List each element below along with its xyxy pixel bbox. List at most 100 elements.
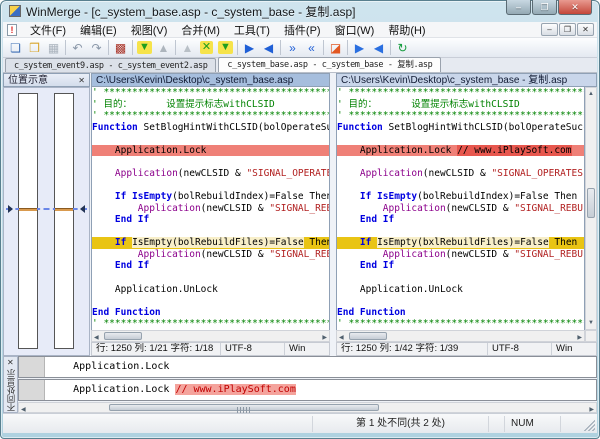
right-file-map[interactable] xyxy=(54,93,74,349)
copy-left-advance-icon[interactable]: « xyxy=(302,39,321,57)
toolbar-separator xyxy=(132,40,133,55)
diff-pane-titlebar: ✕ 不同处显示 xyxy=(3,356,18,413)
menu-item[interactable]: 帮助(H) xyxy=(381,22,432,39)
toolbar-separator xyxy=(280,40,281,55)
location-pane-header: 位置示意 ✕ xyxy=(3,73,90,87)
right-file-path-header[interactable]: C:\Users\Kevin\Desktop\c_system_base - 复… xyxy=(336,73,597,87)
code-line: End Function xyxy=(92,306,161,318)
mdi-minimize-icon[interactable]: – xyxy=(541,23,558,36)
code-line: ' **************************************… xyxy=(92,318,330,330)
mdi-restore-icon[interactable]: ❐ xyxy=(559,23,576,36)
copy-all-right-icon[interactable]: ▶ xyxy=(350,39,369,57)
copy-right-icon[interactable]: ▶ xyxy=(240,39,259,57)
code-line: Application.Lock // www.iPlaySoft.com xyxy=(337,144,584,157)
close-icon[interactable]: ✕ xyxy=(78,76,85,85)
copy-all-left-icon[interactable]: ◀ xyxy=(369,39,388,57)
toolbar-separator xyxy=(323,40,324,55)
next-difference-icon[interactable]: ▼ xyxy=(135,39,154,57)
menu-item[interactable]: 合并(M) xyxy=(174,22,227,39)
scroll-down-icon[interactable]: ▼ xyxy=(586,318,596,328)
first-difference-icon: ▲ xyxy=(181,40,194,55)
copy-right-advance-icon[interactable]: » xyxy=(283,39,302,57)
left-file-path-header[interactable]: C:\Users\Kevin\Desktop\c_system_base.asp xyxy=(91,73,330,87)
scrollbar-thumb[interactable] xyxy=(104,332,142,340)
toolbar-separator xyxy=(108,40,109,55)
right-horizontal-scrollbar[interactable]: ◀ ▶ xyxy=(336,330,585,342)
position-arrow-right-icon xyxy=(80,205,85,213)
vertical-scrollbar[interactable]: ▲ ▼ xyxy=(585,87,597,330)
maximize-button[interactable]: ❐ xyxy=(532,0,557,15)
left-horizontal-scrollbar[interactable]: ◀ ▶ xyxy=(91,330,330,342)
code-line: End If xyxy=(337,214,395,226)
code-line: ' **************************************… xyxy=(92,87,330,98)
refresh-icon[interactable]: ↻ xyxy=(393,39,412,57)
close-button[interactable]: ✕ xyxy=(558,0,592,15)
diff-row-gutter xyxy=(19,357,45,377)
scroll-up-icon[interactable]: ▲ xyxy=(586,89,596,99)
menu-item[interactable]: 编辑(E) xyxy=(73,22,124,39)
menu-item[interactable]: 文件(F) xyxy=(23,22,73,39)
document-icon[interactable]: ! xyxy=(7,23,17,36)
location-pane[interactable] xyxy=(3,87,90,356)
toolbar-separator xyxy=(390,40,391,55)
diff-mark-right[interactable] xyxy=(55,208,73,211)
resize-grip[interactable] xyxy=(581,416,595,431)
right-pane-status-bar: 行: 1250 列: 1/42 字符: 1/39 UTF-8 Win xyxy=(336,342,597,356)
diff-pane-horizontal-scrollbar[interactable]: ◀ ▶ xyxy=(18,402,597,414)
encoding: UTF-8 xyxy=(221,343,285,355)
left-code-pane[interactable]: ' **************************************… xyxy=(91,87,330,330)
scrollbar-thumb[interactable] xyxy=(109,404,379,414)
code-line: ' **************************************… xyxy=(337,87,584,98)
code-line: Application(newCLSID & "SIGNAL_OPERATES xyxy=(92,167,330,179)
left-file-map[interactable] xyxy=(18,93,38,349)
tab-bar: c_system_event9.asp - c_system_event2.as… xyxy=(3,57,597,73)
minimize-button[interactable]: – xyxy=(506,0,531,15)
save-file-icon: ▦ xyxy=(47,40,60,55)
right-code-pane[interactable]: ' **************************************… xyxy=(336,87,585,330)
scrollbar-thumb[interactable] xyxy=(349,332,387,340)
close-icon[interactable]: ✕ xyxy=(7,358,14,367)
mdi-window-controls: – ❐ ✕ xyxy=(540,23,594,36)
window-controls: – ❐ ✕ xyxy=(505,0,592,15)
open-file-icon[interactable]: ❒ xyxy=(25,39,44,57)
client-area: ! 文件(F) 编辑(E) 视图(V) 合并(M) 工具(T) 插件(P) 窗口(W) 帮助(… xyxy=(3,22,597,433)
diff-row-text: Application.Lock // www.iPlaySoft.com xyxy=(49,384,296,395)
options-icon[interactable]: ▩ xyxy=(111,39,130,57)
code-line: End Function xyxy=(337,306,406,318)
encoding: UTF-8 xyxy=(488,343,552,355)
diff-mark-left[interactable] xyxy=(19,208,37,211)
menu-item[interactable]: 插件(P) xyxy=(277,22,328,39)
scrollbar-thumb[interactable] xyxy=(587,188,595,218)
code-line: ' **************************************… xyxy=(92,110,330,122)
code-line: End If xyxy=(337,260,395,272)
location-pane-title: 位置示意 xyxy=(8,74,48,86)
new-file-icon[interactable]: ❏ xyxy=(6,39,25,57)
code-line: If IsEmpty(bxlRebuildFiles)=False Then xyxy=(337,237,584,249)
last-difference-icon[interactable]: ▼ xyxy=(216,39,235,57)
toolbar: ❏ ❒ ▦ ↶ ↷ ▩ ▼ ▲ ▲ ✕ ▼ ▶ ◀» «◪ ▶ ◀ ↻ xyxy=(3,38,597,58)
diff-detail-row-right[interactable]: Application.Lock // www.iPlaySoft.com xyxy=(18,379,597,401)
toolbar-separator xyxy=(237,40,238,55)
menu-item[interactable]: 工具(T) xyxy=(227,22,277,39)
diff-detail-row-left[interactable]: Application.Lock xyxy=(18,356,597,378)
code-line: ' 目的： 设置提示标志withCLSID xyxy=(92,98,275,110)
code-line: Application.Lock xyxy=(92,144,329,157)
diff-pane-title: 不同处显示 xyxy=(6,369,16,412)
tab-active[interactable]: c_system_base.asp - c_system_base - 复制.a… xyxy=(218,57,442,72)
copy-left-icon[interactable]: ◀ xyxy=(259,39,278,57)
tab[interactable]: c_system_event9.asp - c_system_event2.as… xyxy=(5,58,217,72)
code-line: ' 目的： 设置提示标志withCLSID xyxy=(337,98,520,110)
code-line: Application(newCLSID & "SIGNAL_REBU xyxy=(92,248,329,260)
current-difference-icon[interactable]: ✕ xyxy=(197,39,216,57)
menu-item[interactable]: 视图(V) xyxy=(124,22,175,39)
auto-merge-icon[interactable]: ◪ xyxy=(326,39,345,57)
menu-item[interactable]: 窗口(W) xyxy=(328,22,382,39)
mdi-close-icon[interactable]: ✕ xyxy=(577,23,594,36)
code-line: Application.UnLock xyxy=(337,283,463,295)
